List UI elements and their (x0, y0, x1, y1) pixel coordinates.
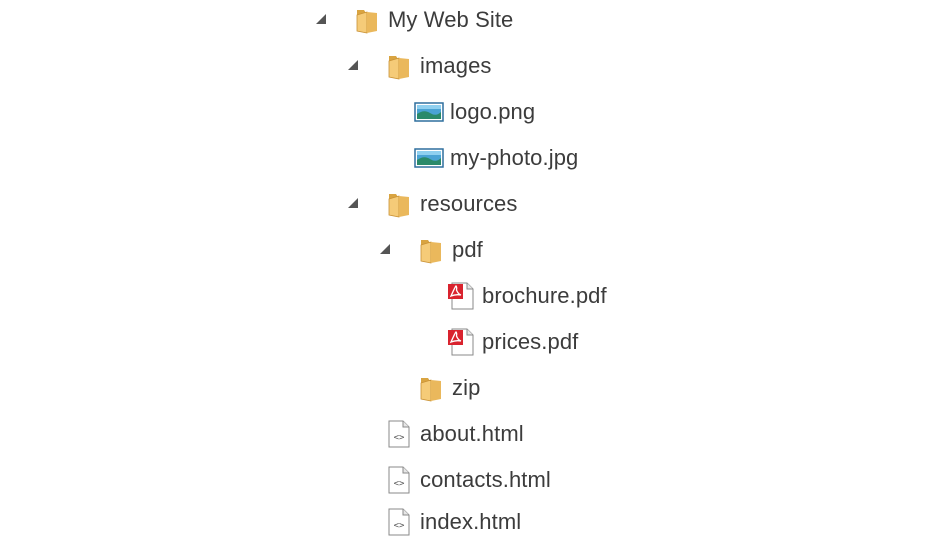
tree-node-label: contacts.html (420, 467, 551, 492)
tree-node-pdf[interactable]: pdf (416, 230, 483, 270)
tree-node-resources[interactable]: resources (384, 184, 518, 224)
folder-icon (416, 373, 446, 403)
tree-node-brochure-pdf[interactable]: brochure.pdf (446, 276, 607, 316)
tree-node-label: pdf (452, 237, 483, 262)
folder-icon (384, 51, 414, 81)
svg-text:<>: <> (394, 479, 405, 489)
expand-toggle-resources[interactable] (346, 196, 360, 210)
tree-node-zip[interactable]: zip (416, 368, 480, 408)
svg-text:<>: <> (394, 433, 405, 443)
tree-node-label: zip (452, 375, 481, 400)
tree-node-contacts-html[interactable]: <> contacts.html (384, 460, 551, 500)
html-file-icon: <> (384, 507, 414, 537)
tree-node-label: logo.png (450, 99, 536, 124)
tree-node-about-html[interactable]: <> about.html (384, 414, 524, 454)
svg-text:<>: <> (394, 521, 405, 531)
folder-icon (384, 189, 414, 219)
html-file-icon: <> (384, 419, 414, 449)
tree-node-label: about.html (420, 421, 524, 446)
tree-node-label: my-photo.jpg (450, 145, 579, 170)
image-file-icon (414, 143, 444, 173)
tree-node-label: brochure.pdf (482, 283, 607, 308)
tree-node-label: resources (420, 191, 518, 216)
image-file-icon (414, 97, 444, 127)
pdf-file-icon (446, 327, 476, 357)
tree-node-label: prices.pdf (482, 329, 579, 354)
tree-node-label: images (420, 53, 492, 78)
tree-node-images[interactable]: images (384, 46, 492, 86)
tree-node-logo-png[interactable]: logo.png (414, 92, 535, 132)
expand-toggle-pdf[interactable] (378, 242, 392, 256)
pdf-file-icon (446, 281, 476, 311)
tree-node-prices-pdf[interactable]: prices.pdf (446, 322, 578, 362)
folder-icon (416, 235, 446, 265)
expand-toggle-images[interactable] (346, 58, 360, 72)
expand-toggle-root[interactable] (314, 12, 328, 26)
html-file-icon: <> (384, 465, 414, 495)
tree-node-label: index.html (420, 509, 522, 534)
folder-icon (352, 5, 382, 35)
tree-node-my-photo-jpg[interactable]: my-photo.jpg (414, 138, 578, 178)
tree-node-my-web-site[interactable]: My Web Site (352, 0, 513, 40)
tree-node-index-html[interactable]: <> index.html (384, 502, 521, 542)
file-tree: My Web Site images logo.png my-photo.jpg… (0, 0, 940, 542)
tree-node-label: My Web Site (388, 7, 514, 32)
